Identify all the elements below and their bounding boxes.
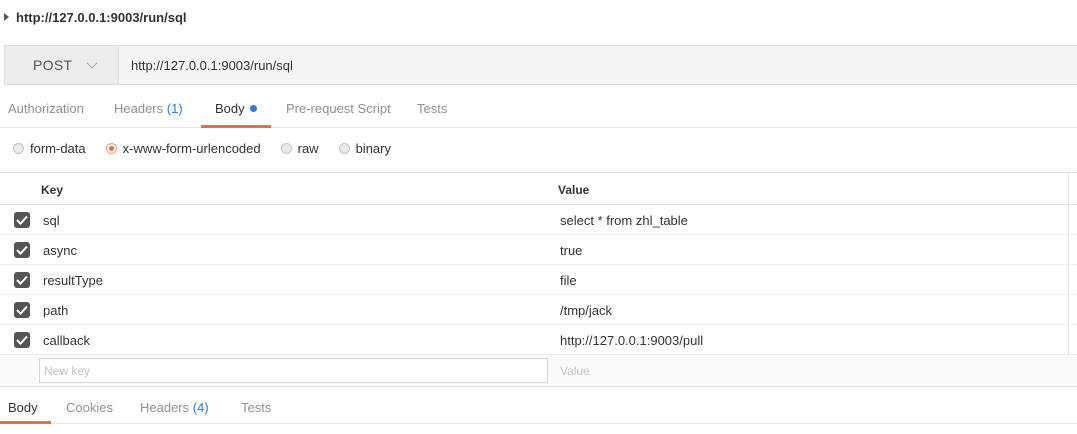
new-param-row: Value (0, 355, 1077, 387)
radio-raw[interactable]: raw (280, 140, 319, 156)
active-tab-indicator (201, 125, 271, 128)
request-tabs: Authorization Headers (1) Body Pre-reque… (0, 92, 1077, 128)
tab-prerequest-script[interactable]: Pre-request Script (286, 92, 391, 127)
response-tab-headers[interactable]: Headers (4) (140, 394, 209, 423)
table-row: resultType file (0, 265, 1077, 295)
new-value-input[interactable]: Value (560, 364, 590, 378)
response-tabs: Body Cookies Headers (4) Tests (0, 394, 1077, 424)
new-key-input[interactable] (39, 358, 548, 383)
body-type-selector: form-data x-www-form-urlencoded raw bina… (0, 137, 411, 159)
param-value[interactable]: /tmp/jack (560, 303, 612, 318)
radio-binary-label: binary (355, 140, 391, 156)
table-rows: sql select * from zhl_tableasync true resul… (0, 205, 1077, 355)
response-active-tab-indicator (0, 421, 51, 424)
value-column-header: Value (558, 183, 590, 197)
param-key[interactable]: sql (43, 213, 60, 228)
radio-urlencoded[interactable]: x-www-form-urlencoded (105, 140, 261, 156)
checkbox-checked-icon[interactable] (14, 332, 30, 348)
response-tab-body[interactable]: Body (8, 394, 38, 423)
checkbox-checked-icon[interactable] (14, 272, 30, 288)
tab-body-label: Body (215, 101, 245, 116)
url-input[interactable]: http://127.0.0.1:9003/run/sql (119, 46, 1077, 84)
param-value[interactable]: http://127.0.0.1:9003/pull (560, 333, 703, 348)
tab-prerequest-label: Pre-request Script (286, 101, 391, 116)
radio-icon (338, 142, 350, 154)
radio-icon (13, 142, 24, 154)
response-tab-cookies[interactable]: Cookies (66, 394, 113, 423)
response-tab-body-label: Body (8, 400, 38, 415)
request-title-text: http://127.0.0.1:9003/run/sql (16, 9, 187, 25)
response-tab-headers-count: (4) (192, 400, 209, 415)
modified-dot-icon (249, 105, 257, 112)
tab-headers-label: Headers (114, 101, 164, 116)
tab-tests-label: Tests (417, 101, 448, 116)
radio-urlencoded-label: x-www-form-urlencoded (122, 140, 261, 156)
radio-icon (280, 142, 292, 154)
method-dropdown[interactable]: POST (5, 46, 119, 84)
url-bar: POST http://127.0.0.1:9003/run/sql (4, 45, 1077, 85)
tab-headers-count: (1) (166, 101, 183, 116)
tab-authorization-label: Authorization (8, 101, 84, 116)
tab-body[interactable]: Body (215, 92, 257, 127)
table-header: Key Value (0, 173, 1077, 205)
tab-headers[interactable]: Headers (1) (114, 92, 183, 127)
caret-right-icon (4, 13, 9, 21)
chevron-down-icon (86, 56, 98, 69)
param-key[interactable]: callback (43, 333, 90, 348)
param-value[interactable]: file (560, 273, 577, 288)
method-label: POST (33, 57, 73, 73)
radio-form-data[interactable]: form-data (13, 141, 86, 156)
checkbox-checked-icon[interactable] (14, 302, 30, 318)
table-row: async true (0, 235, 1077, 265)
radio-form-data-label: form-data (30, 140, 86, 156)
table-row: callback http://127.0.0.1:9003/pull (0, 325, 1077, 355)
param-value[interactable]: true (560, 243, 582, 258)
param-key[interactable]: async (43, 243, 77, 258)
table-row: path/tmp/jack (0, 295, 1077, 325)
radio-binary[interactable]: binary (338, 140, 391, 156)
request-title[interactable]: http://127.0.0.1:9003/run/sql (4, 8, 187, 26)
table-row: sql select * from zhl_table (0, 205, 1077, 235)
checkbox-checked-icon[interactable] (14, 212, 30, 228)
tab-tests[interactable]: Tests (417, 92, 447, 127)
param-key[interactable]: resultType (43, 273, 103, 288)
response-tab-tests[interactable]: Tests (241, 394, 271, 423)
param-value[interactable]: select * from zhl_table (560, 213, 688, 228)
response-tab-cookies-label: Cookies (66, 400, 113, 415)
key-column-header: Key (41, 183, 64, 197)
radio-raw-label: raw (297, 140, 319, 156)
param-key[interactable]: path (43, 303, 68, 318)
params-table: Key Value sql select * from zhl_tableasyn… (0, 172, 1077, 387)
tab-authorization[interactable]: Authorization (8, 92, 84, 127)
response-tab-headers-label: Headers (140, 400, 190, 415)
radio-selected-icon (105, 142, 117, 154)
checkbox-checked-icon[interactable] (14, 242, 30, 258)
response-tab-tests-label: Tests (241, 400, 272, 415)
